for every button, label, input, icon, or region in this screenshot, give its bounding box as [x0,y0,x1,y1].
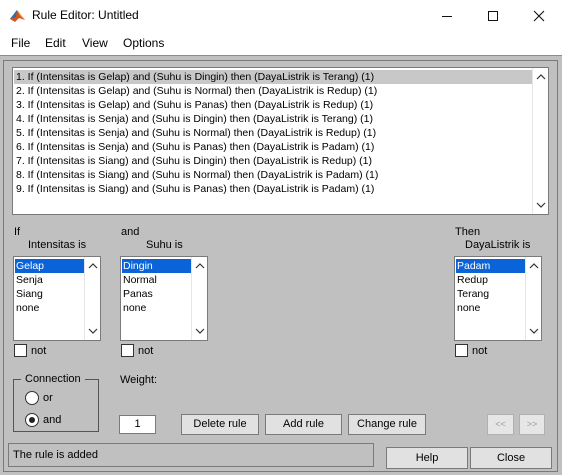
and-radio-label: and [43,414,62,426]
maximize-button[interactable] [470,0,516,31]
rule-row[interactable]: 4. If (Intensitas is Senja) and (Suhu is… [14,112,533,126]
menu-file[interactable]: File [11,36,30,50]
rule-row[interactable]: 1. If (Intensitas is Gelap) and (Suhu is… [14,70,533,84]
rule-row[interactable]: 7. If (Intensitas is Siang) and (Suhu is… [14,154,533,168]
listbox-scrollbar[interactable] [191,257,207,340]
list-item[interactable]: Normal [122,273,191,287]
suhu-listbox[interactable]: Dingin Normal Panas none [120,256,208,341]
status-bar: The rule is added [8,443,374,467]
delete-rule-button[interactable]: Delete rule [181,414,259,435]
list-item[interactable]: Redup [456,273,525,287]
scroll-down-icon[interactable] [536,201,546,209]
intensitas-listbox[interactable]: Gelap Senja Siang none [13,256,101,341]
scroll-up-icon[interactable] [195,262,205,270]
intensitas-label: Intensitas is [28,239,87,251]
then-not-label: not [472,345,488,357]
minimize-button[interactable] [424,0,470,31]
connection-title: Connection [21,373,85,386]
rule-row[interactable]: 6. If (Intensitas is Senja) and (Suhu is… [14,140,533,154]
or-label: or [43,392,53,404]
listbox-scrollbar[interactable] [525,257,541,340]
menu-options[interactable]: Options [123,36,164,50]
list-item[interactable]: Siang [15,287,84,301]
prev-button[interactable]: << [487,414,514,435]
close-icon [533,10,545,21]
scroll-up-icon[interactable] [529,262,539,270]
dayalistrik-label: DayaListrik is [465,239,531,251]
add-rule-button[interactable]: Add rule [265,414,342,435]
rule-row[interactable]: 5. If (Intensitas is Senja) and (Suhu is… [14,126,533,140]
if-not-checkbox[interactable] [14,344,27,357]
close-button[interactable]: Close [470,447,552,469]
minimize-icon [442,15,452,17]
rule-row[interactable]: 9. If (Intensitas is Siang) and (Suhu is… [14,182,533,196]
rule-row[interactable]: 2. If (Intensitas is Gelap) and (Suhu is… [14,84,533,98]
scroll-down-icon[interactable] [88,327,98,335]
and-keyword-label: and [121,226,140,238]
then-not-checkbox[interactable] [455,344,468,357]
scroll-down-icon[interactable] [529,327,539,335]
help-button[interactable]: Help [386,447,468,469]
listbox-scrollbar[interactable] [84,257,100,340]
menu-view[interactable]: View [82,36,108,50]
next-button[interactable]: >> [519,414,545,435]
and-not-checkbox[interactable] [121,344,134,357]
if-not-label: not [31,345,47,357]
then-label: Then [455,226,481,238]
suhu-label: Suhu is [146,239,183,251]
window-title: Rule Editor: Untitled [32,8,139,22]
list-item[interactable]: Terang [456,287,525,301]
list-item[interactable]: Gelap [15,259,84,273]
list-item[interactable]: Padam [456,259,525,273]
scroll-down-icon[interactable] [195,327,205,335]
list-item[interactable]: none [122,301,191,315]
change-rule-button[interactable]: Change rule [348,414,426,435]
list-item[interactable]: none [456,301,525,315]
rules-listbox[interactable]: 1. If (Intensitas is Gelap) and (Suhu is… [12,67,549,215]
and-radio[interactable] [25,413,39,427]
dayalistrik-listbox[interactable]: Padam Redup Terang none [454,256,542,341]
or-radio[interactable] [25,391,39,405]
list-item[interactable]: none [15,301,84,315]
list-item[interactable]: Panas [122,287,191,301]
rule-row[interactable]: 3. If (Intensitas is Gelap) and (Suhu is… [14,98,533,112]
list-item[interactable]: Dingin [122,259,191,273]
weight-input[interactable]: 1 [119,415,156,434]
list-item[interactable]: Senja [15,273,84,287]
matlab-logo-icon [9,7,26,24]
maximize-icon [488,10,498,21]
window-close-button[interactable] [516,0,562,31]
scroll-up-icon[interactable] [88,262,98,270]
and-not-label: not [138,345,154,357]
scroll-up-icon[interactable] [536,73,546,81]
radio-selected-dot [29,417,35,423]
rules-scrollbar[interactable] [532,68,548,214]
if-label: If [14,226,21,238]
rule-row[interactable]: 8. If (Intensitas is Siang) and (Suhu is… [14,168,533,182]
weight-label: Weight: [120,374,158,386]
menu-edit[interactable]: Edit [45,36,66,50]
